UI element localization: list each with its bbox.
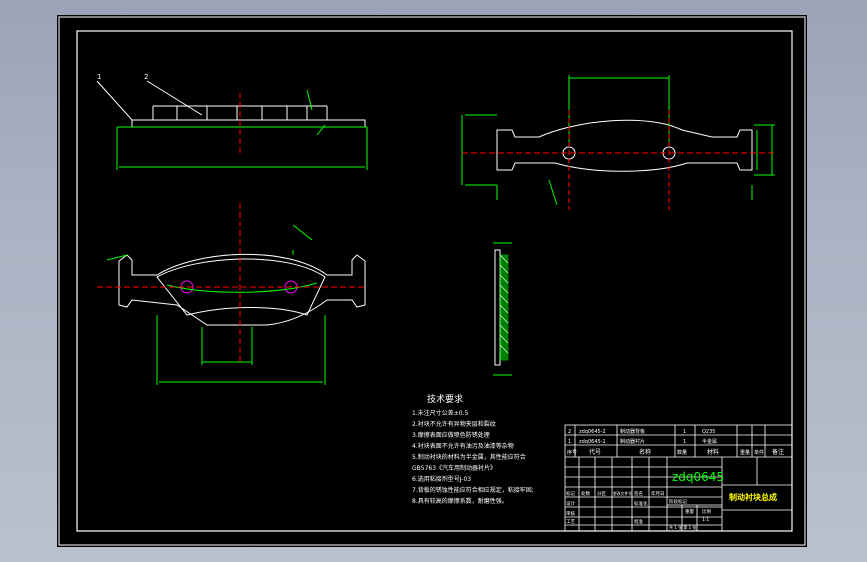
- note-2: 2.衬块不允许有异物夹层和裂纹: [412, 420, 496, 428]
- tb-process: 工艺: [566, 519, 575, 525]
- block-segments: [176, 106, 308, 120]
- section-view: [493, 242, 512, 376]
- bom-r1-code: zdq0645-2: [579, 429, 606, 435]
- tb-standard: 标准化: [634, 500, 648, 507]
- tb-scale-value: 1:1: [702, 517, 709, 523]
- tb-date: 年月日: [651, 490, 665, 497]
- section-plate: [494, 249, 501, 366]
- tb-sign: 签名: [634, 490, 643, 497]
- note-5: 5.制动衬块的材料为半金属，其性能应符合: [412, 453, 526, 461]
- bom-h-weight: 重量: [740, 449, 750, 456]
- drawing-code: zdq0645: [672, 470, 724, 484]
- bom-r2-qty: 1: [683, 439, 686, 445]
- tb-change: 更改文件号: [613, 491, 632, 496]
- tb-design: 设计: [566, 500, 575, 507]
- note-4: 4.衬块表面不允许有油污及油漆等杂物: [412, 442, 514, 450]
- drawing-title: 制动衬块总成: [729, 492, 777, 502]
- tb-count: 处数: [581, 490, 590, 497]
- leader-lines: [96, 80, 203, 121]
- bom-h-remark: 备注: [772, 448, 784, 456]
- bom-r1-no: 2: [568, 429, 571, 435]
- tb-mark: 标记: [566, 490, 575, 497]
- tb-approve: 批准: [634, 518, 643, 525]
- bom-h-no: 序号: [567, 449, 577, 456]
- backing-plate-outline: [131, 119, 366, 128]
- side-view: [96, 80, 368, 170]
- cad-drawing: 1 2 技术要求 1.未注尺寸公差±0.5 2.衬块不允许有异物夹层和裂纹 3.…: [58, 16, 806, 546]
- bom-r1-qty: 1: [683, 429, 686, 435]
- notes-heading: 技术要求: [427, 393, 463, 405]
- note-3: 3.摩擦表面应做喷色防锈处理: [412, 431, 490, 439]
- bom-r1-material: Q235: [702, 429, 715, 435]
- note-8: 7.背板的锈蚀性能应符合相应规定，粘接牢固;: [412, 486, 534, 494]
- pad-outline: [118, 253, 366, 326]
- bom-r1-name: 制动器背板: [620, 428, 645, 435]
- bom-h-qty: 数量: [677, 449, 687, 456]
- ext-lines: [116, 127, 368, 170]
- plate-outline: [496, 119, 753, 172]
- bom-h-material: 材料: [707, 448, 719, 456]
- small-leaders: [306, 89, 326, 136]
- bom-r2-name: 制动器衬片: [620, 438, 645, 445]
- tb-weight: 重量: [685, 508, 694, 515]
- bom-r2-code: zdq0645-1: [579, 439, 606, 445]
- bom-h-name: 名称: [639, 448, 651, 456]
- tb-stage: 阶段标记: [669, 498, 687, 505]
- drawing-sheet: 1 2 技术要求 1.未注尺寸公差±0.5 2.衬块不允许有异物夹层和裂纹 3.…: [57, 15, 807, 547]
- note-1: 1.未注尺寸公差±0.5: [412, 409, 468, 417]
- pad-dims: [106, 224, 326, 385]
- technical-notes: 技术要求 1.未注尺寸公差±0.5 2.衬块不允许有异物夹层和裂纹 3.摩擦表面…: [412, 393, 534, 505]
- tb-sheet-count: 共 1 张 第 1 张: [669, 524, 696, 530]
- bom-r2-material: 半金属: [702, 438, 717, 445]
- bom-r2-no: 1: [568, 439, 571, 445]
- tb-review: 审核: [566, 510, 575, 517]
- tb-zone: 分区: [597, 490, 606, 497]
- note-7: 6.选用粘接剂型号J-03: [412, 475, 471, 483]
- note-6: GB5763《汽车用制动器衬片》: [412, 464, 496, 472]
- plate-dims: [461, 75, 775, 206]
- bom-h-code: 代号: [589, 448, 601, 456]
- balloon-1: 1: [97, 73, 101, 81]
- bom-h-single: 单件: [754, 449, 764, 456]
- balloon-2: 2: [144, 73, 148, 81]
- tb-scale: 比例: [702, 508, 711, 515]
- plate-view: [496, 119, 753, 172]
- pad-view: [118, 253, 366, 326]
- section-hatch: [499, 254, 509, 361]
- note-9: 8.具有较高的摩擦系数，耐磨性强。: [412, 497, 508, 505]
